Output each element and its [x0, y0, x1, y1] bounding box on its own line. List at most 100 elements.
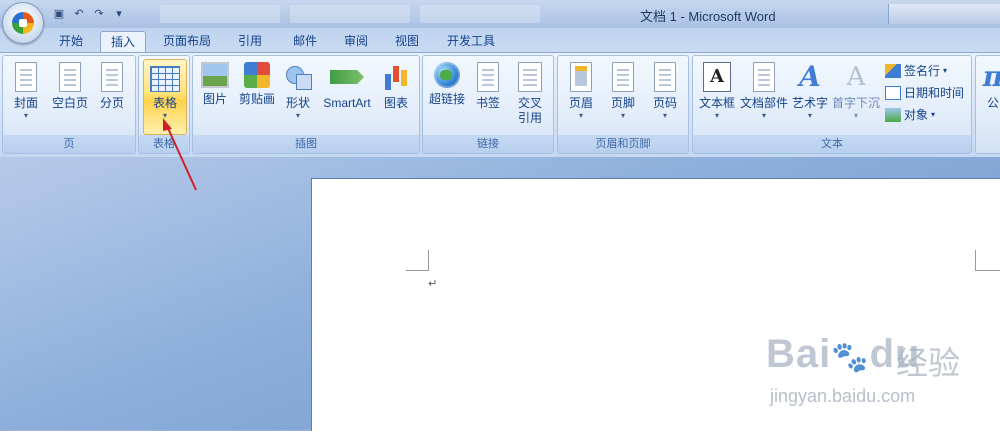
dropdown-arrow-icon: ▾: [578, 111, 583, 120]
clip-art-icon: [244, 62, 270, 88]
page-break-button[interactable]: 分页: [95, 62, 129, 111]
watermark-url: jingyan.baidu.com: [770, 386, 916, 406]
date-time-icon: [885, 85, 901, 100]
header-button[interactable]: 页眉 ▾: [564, 62, 598, 121]
cross-reference-icon: [518, 62, 542, 92]
tab-home[interactable]: 开始: [50, 31, 92, 52]
signature-line-icon: [885, 63, 901, 78]
text-box-button[interactable]: A 文本框 ▾: [697, 62, 737, 121]
dropdown-arrow-icon: ▾: [714, 111, 719, 120]
object-button[interactable]: 对象 ▾: [885, 106, 935, 123]
save-icon[interactable]: ▣: [52, 7, 66, 21]
dropdown-arrow-icon: ▾: [807, 111, 812, 120]
taskbar-item: [420, 5, 540, 23]
hyperlink-button[interactable]: 超链接: [427, 62, 467, 107]
table-icon: [150, 66, 180, 92]
blank-page-button[interactable]: 空白页: [49, 62, 91, 111]
undo-icon[interactable]: ↶: [72, 7, 86, 21]
chart-icon: [382, 62, 410, 92]
group-links: 超链接 书签 交叉 引用 链接: [422, 55, 554, 154]
cover-page-button[interactable]: 封面 ▾: [9, 62, 43, 121]
watermark-cn-text: 经验: [896, 344, 961, 382]
drop-cap-button[interactable]: A 首字下沉 ▾: [831, 62, 881, 121]
dropdown-arrow-icon: ▾: [761, 111, 766, 120]
group-label-links: 链接: [423, 135, 553, 153]
equation-button[interactable]: π 公: [980, 62, 1000, 111]
group-label-illustrations: 插图: [193, 135, 419, 153]
quick-parts-button[interactable]: 文档部件 ▾: [739, 62, 789, 121]
object-icon: [885, 107, 901, 122]
wordart-icon: A: [799, 60, 821, 93]
dropdown-arrow-icon: ▾: [23, 111, 28, 120]
redo-icon[interactable]: ↷: [92, 7, 106, 21]
bookmark-icon: [477, 62, 499, 92]
tab-insert[interactable]: 插入: [100, 31, 146, 53]
dropdown-arrow-icon: ▾: [931, 110, 936, 119]
dropdown-arrow-icon: ▾: [943, 66, 948, 75]
signature-line-button[interactable]: 签名行 ▾: [885, 62, 947, 79]
footer-button[interactable]: 页脚 ▾: [606, 62, 640, 121]
cross-reference-button[interactable]: 交叉 引用: [511, 62, 549, 126]
tab-view[interactable]: 视图: [385, 31, 429, 52]
group-tables: 表格 ▾ 表格: [138, 55, 190, 154]
shapes-icon: [284, 62, 312, 92]
group-label-header-footer: 页眉和页脚: [558, 135, 688, 153]
equation-icon: π: [982, 62, 1000, 92]
table-button[interactable]: 表格 ▾: [143, 59, 187, 135]
tab-developer[interactable]: 开发工具: [436, 31, 506, 52]
ribbon-tabs: 开始 插入 页面布局 引用 邮件 审阅 视图 开发工具: [0, 28, 1000, 53]
margin-corner-right: [975, 250, 1000, 271]
footer-icon: [612, 62, 634, 92]
hyperlink-globe-icon: [434, 62, 460, 88]
dropdown-arrow-icon: ▾: [662, 111, 667, 120]
group-symbols: π 公: [975, 55, 1000, 154]
tab-page-layout[interactable]: 页面布局: [155, 31, 219, 52]
taskbar-item: [290, 5, 410, 23]
dropdown-arrow-icon: ▾: [620, 111, 625, 120]
paw-icon: 🐾: [831, 341, 870, 374]
quick-parts-icon: [753, 62, 775, 92]
chart-button[interactable]: 图表: [379, 62, 413, 111]
date-time-button[interactable]: 日期和时间: [885, 84, 964, 101]
dropdown-arrow-icon: ▾: [295, 111, 300, 120]
office-logo-icon: [12, 12, 34, 34]
page-number-button[interactable]: 页码 ▾: [648, 62, 682, 121]
group-text: A 文本框 ▾ 文档部件 ▾ A 艺术字 ▾ A 首字下沉 ▾ 签名行 ▾ 日期…: [692, 55, 972, 154]
group-header-footer: 页眉 ▾ 页脚 ▾ 页码 ▾ 页眉和页脚: [557, 55, 689, 154]
group-label-tables: 表格: [139, 135, 189, 153]
tab-review[interactable]: 审阅: [334, 31, 378, 52]
bookmark-button[interactable]: 书签: [471, 62, 505, 111]
quick-access-toolbar: ▣ ↶ ↷ ▾: [46, 5, 126, 23]
tab-mailings[interactable]: 邮件: [283, 31, 327, 52]
clip-art-button[interactable]: 剪贴画: [235, 62, 279, 107]
picture-button[interactable]: 图片: [197, 62, 233, 107]
group-pages: 封面 ▾ 空白页 分页 页: [2, 55, 136, 154]
tab-references[interactable]: 引用: [228, 31, 272, 52]
office-button[interactable]: [2, 2, 44, 44]
group-label-pages: 页: [3, 135, 135, 153]
smartart-button[interactable]: SmartArt: [317, 62, 377, 111]
text-box-icon: A: [703, 62, 731, 92]
group-label-text: 文本: [693, 135, 971, 153]
header-icon: [570, 62, 592, 92]
ribbon: 封面 ▾ 空白页 分页 页 表格 ▾ 表格 图片 剪贴画 形状 ▾ SmartA…: [0, 52, 1000, 158]
page-number-icon: [654, 62, 676, 92]
drop-cap-icon: A: [846, 62, 866, 92]
cover-page-icon: [15, 62, 37, 92]
window-controls[interactable]: [888, 4, 1000, 24]
blank-page-icon: [59, 62, 81, 92]
group-illustrations: 图片 剪贴画 形状 ▾ SmartArt 图表 插图: [192, 55, 420, 154]
taskbar-item: [160, 5, 280, 23]
dropdown-arrow-icon: ▾: [162, 111, 167, 120]
shapes-button[interactable]: 形状 ▾: [281, 62, 315, 121]
background-taskbar-items: [160, 5, 540, 23]
title-bar: ▣ ↶ ↷ ▾ 文档 1 - Microsoft Word: [0, 0, 1000, 44]
wordart-button[interactable]: A 艺术字 ▾: [791, 62, 829, 121]
smartart-icon: [330, 62, 364, 92]
dropdown-arrow-icon: ▾: [853, 111, 858, 120]
picture-icon: [201, 62, 229, 88]
customize-qat-icon[interactable]: ▾: [112, 7, 126, 21]
margin-corner-left: [406, 250, 429, 271]
window-title: 文档 1 - Microsoft Word: [640, 9, 776, 24]
page-break-icon: [101, 62, 123, 92]
